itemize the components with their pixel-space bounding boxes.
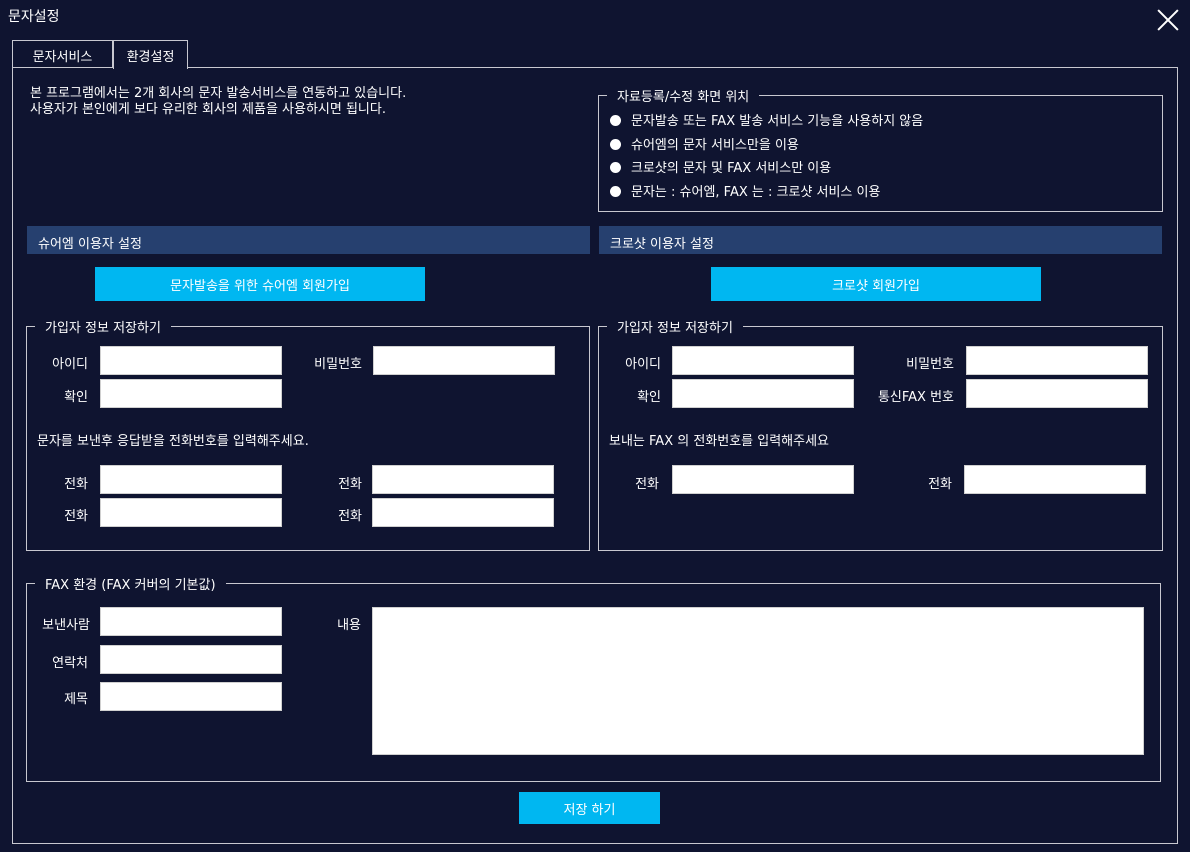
sureem-phone-label: 전화 <box>64 477 88 492</box>
sureem-password-input[interactable] <box>373 346 555 375</box>
fax-settings-legend: FAX 환경 (FAX 커버의 기본값) <box>45 578 216 593</box>
radio-label: 문자발송 또는 FAX 발송 서비스 기능을 사용하지 않음 <box>631 114 924 129</box>
crosshot-phone-label: 전화 <box>635 477 659 492</box>
sureem-id-input[interactable] <box>100 346 282 375</box>
fax-content-textarea[interactable] <box>372 607 1144 755</box>
crosshot-phone-input-2[interactable] <box>964 465 1146 494</box>
crosshot-id-label: 아이디 <box>625 357 661 372</box>
radio-dot-icon <box>610 139 621 150</box>
radio-label: 문자는 : 슈어엠, FAX 는 : 크로샷 서비스 이용 <box>631 185 881 200</box>
sureem-member-legend: 가입자 정보 저장하기 <box>45 321 161 336</box>
crosshot-signup-button[interactable]: 크로샷 회원가입 <box>711 267 1041 301</box>
intro-line-1: 본 프로그램에서는 2개 회사의 문자 발송서비스를 연동하고 있습니다. <box>30 86 407 101</box>
sureem-phone-label: 전화 <box>338 509 362 524</box>
crosshot-password-label: 비밀번호 <box>906 357 954 372</box>
tab-settings[interactable]: 환경설정 <box>113 40 188 69</box>
crosshot-section-header: 크로샷 이용자 설정 <box>599 226 1162 254</box>
fax-sender-input[interactable] <box>100 607 282 636</box>
fax-subject-label: 제목 <box>64 692 88 707</box>
fax-contact-input[interactable] <box>100 645 282 674</box>
sureem-confirm-label: 확인 <box>64 390 88 405</box>
close-icon[interactable] <box>1156 8 1180 32</box>
crosshot-confirm-label: 확인 <box>637 390 661 405</box>
radio-dot-icon <box>610 115 621 126</box>
intro-line-2: 사용자가 본인에게 보다 유리한 회사의 제품을 사용하시면 됩니다. <box>30 102 386 117</box>
crosshot-id-input[interactable] <box>672 346 854 375</box>
crosshot-fax-label: 통신FAX 번호 <box>877 390 954 405</box>
radio-dot-icon <box>610 162 621 173</box>
crosshot-confirm-input[interactable] <box>672 379 854 408</box>
fax-content-label: 내용 <box>337 618 361 633</box>
intro-text: 본 프로그램에서는 2개 회사의 문자 발송서비스를 연동하고 있습니다. 사용… <box>30 86 406 118</box>
crosshot-phone-input-1[interactable] <box>672 465 854 494</box>
radio-label: 크로샷의 문자 및 FAX 서비스만 이용 <box>631 161 832 176</box>
radio-option-crosshot[interactable]: 크로샷의 문자 및 FAX 서비스만 이용 <box>610 157 831 176</box>
sureem-section-header: 슈어엠 이용자 설정 <box>27 226 590 254</box>
sureem-password-label: 비밀번호 <box>314 357 362 372</box>
fax-contact-label: 연락처 <box>52 656 88 671</box>
sureem-phone-label: 전화 <box>64 509 88 524</box>
radio-option-mixed[interactable]: 문자는 : 슈어엠, FAX 는 : 크로샷 서비스 이용 <box>610 181 880 200</box>
tab-sms-service[interactable]: 문자서비스 <box>12 40 113 68</box>
fax-subject-input[interactable] <box>100 682 282 711</box>
sureem-phone-input-4[interactable] <box>372 498 554 527</box>
radio-dot-icon <box>610 186 621 197</box>
sureem-phone-input-1[interactable] <box>100 465 282 494</box>
sureem-signup-button[interactable]: 문자발송을 위한 슈어엠 회원가입 <box>95 267 425 301</box>
sureem-confirm-input[interactable] <box>100 379 282 408</box>
radio-option-none[interactable]: 문자발송 또는 FAX 발송 서비스 기능을 사용하지 않음 <box>610 110 923 129</box>
sureem-phone-input-2[interactable] <box>372 465 554 494</box>
window-title: 문자설정 <box>8 9 60 25</box>
save-button[interactable]: 저장 하기 <box>519 792 660 824</box>
screen-position-legend: 자료등록/수정 화면 위치 <box>617 90 750 105</box>
crosshot-password-input[interactable] <box>966 346 1148 375</box>
radio-option-sureem[interactable]: 슈어엠의 문자 서비스만을 이용 <box>610 134 799 153</box>
radio-label: 슈어엠의 문자 서비스만을 이용 <box>631 138 799 153</box>
crosshot-phone-note: 보내는 FAX 의 전화번호를 입력해주세요 <box>609 434 830 449</box>
sureem-phone-note: 문자를 보낸후 응답받을 전화번호를 입력해주세요. <box>37 434 309 449</box>
crosshot-fax-input[interactable] <box>966 379 1148 408</box>
crosshot-member-legend: 가입자 정보 저장하기 <box>617 321 733 336</box>
sureem-phone-input-3[interactable] <box>100 498 282 527</box>
fax-sender-label: 보낸사람 <box>42 618 90 633</box>
sureem-phone-label: 전화 <box>338 477 362 492</box>
crosshot-phone-label: 전화 <box>928 477 952 492</box>
sureem-id-label: 아이디 <box>52 357 88 372</box>
